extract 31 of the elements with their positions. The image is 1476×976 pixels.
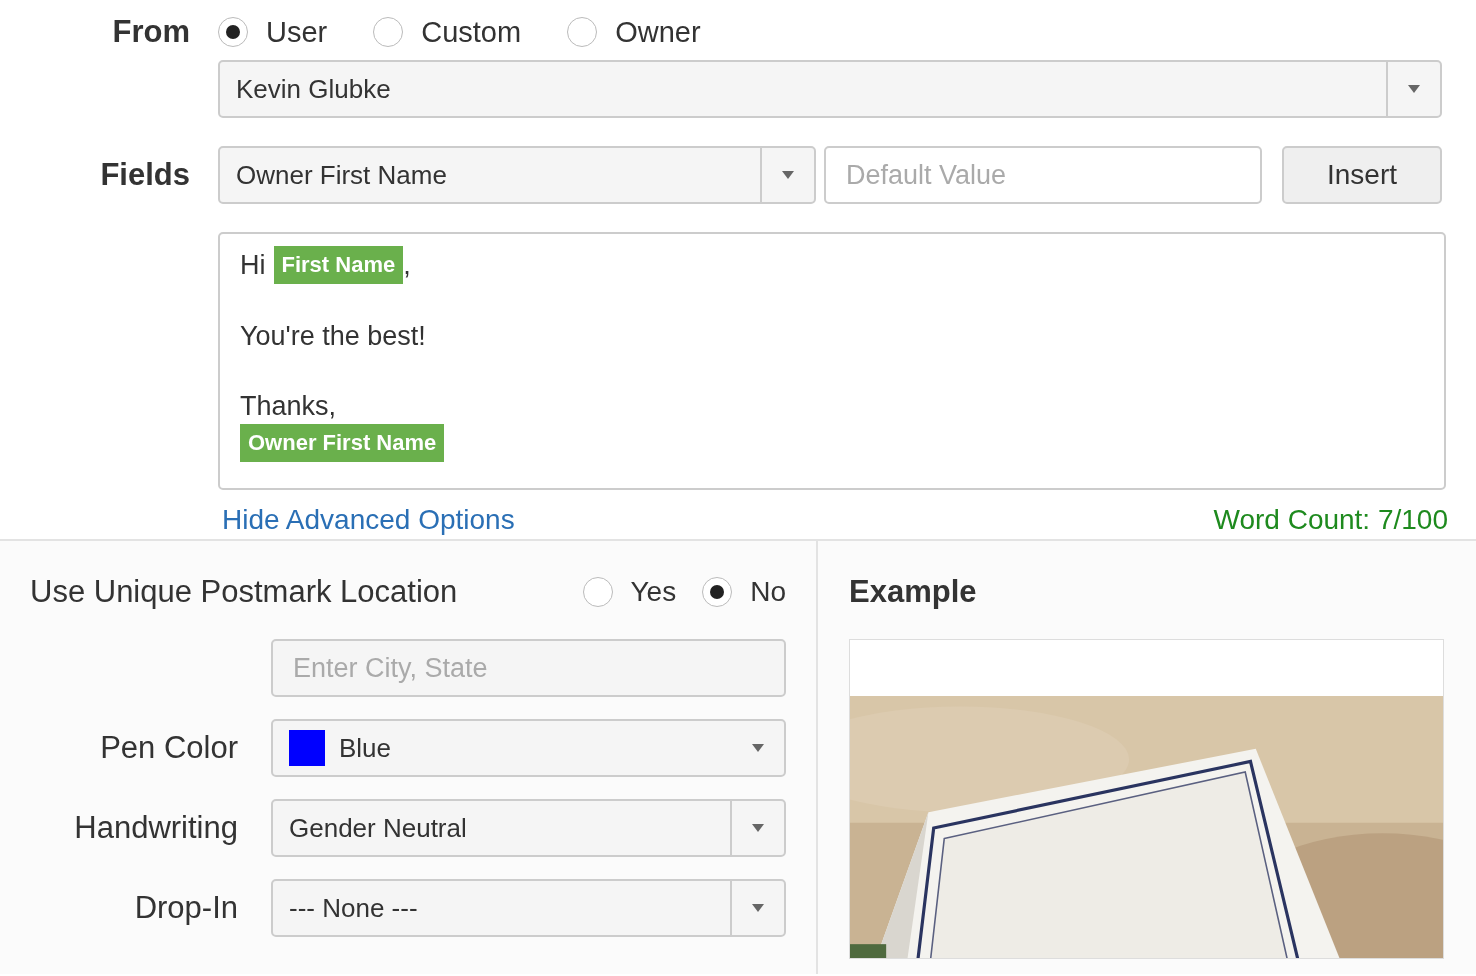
handwriting-label: Handwriting	[73, 810, 238, 846]
field-select[interactable]: Owner First Name	[218, 146, 816, 204]
caret-icon	[782, 171, 794, 179]
drop-in-select[interactable]: --- None ---	[271, 879, 786, 937]
caret-icon	[752, 904, 764, 912]
postmark-label: Use Unique Postmark Location	[30, 574, 458, 610]
caret-icon	[1408, 85, 1420, 93]
handwriting-select[interactable]: Gender Neutral	[271, 799, 786, 857]
radio-option[interactable]: Custom	[373, 15, 522, 49]
message-text: You're the best!	[240, 320, 426, 352]
user-select[interactable]: Kevin Glubke	[218, 60, 1442, 118]
caret-icon	[752, 744, 764, 752]
insert-button[interactable]: Insert	[1282, 146, 1442, 204]
hide-advanced-options-link[interactable]: Hide Advanced Options	[222, 504, 515, 536]
word-count: Word Count: 7/100	[1213, 504, 1448, 536]
drop-in-label: Drop-In	[133, 890, 238, 926]
location-field[interactable]: Enter City, State	[271, 639, 786, 697]
message-text: ,	[403, 249, 411, 281]
radio-option[interactable]: User	[218, 15, 328, 49]
message-text: Hi	[240, 249, 266, 281]
message-text: Thanks,	[240, 390, 337, 422]
caret-icon	[752, 824, 764, 832]
radio-option[interactable]: Owner	[567, 15, 701, 49]
pen-color-select[interactable]: Blue	[271, 719, 786, 777]
radio-option[interactable]: No	[702, 576, 786, 608]
pen-color-label: Pen Color	[99, 730, 238, 766]
fields-label: Fields	[99, 157, 190, 193]
radio-option[interactable]: Yes	[582, 576, 677, 608]
default-value-field[interactable]: Default Value	[824, 146, 1262, 204]
from-label: From	[111, 14, 190, 50]
example-title: Example	[849, 573, 978, 611]
